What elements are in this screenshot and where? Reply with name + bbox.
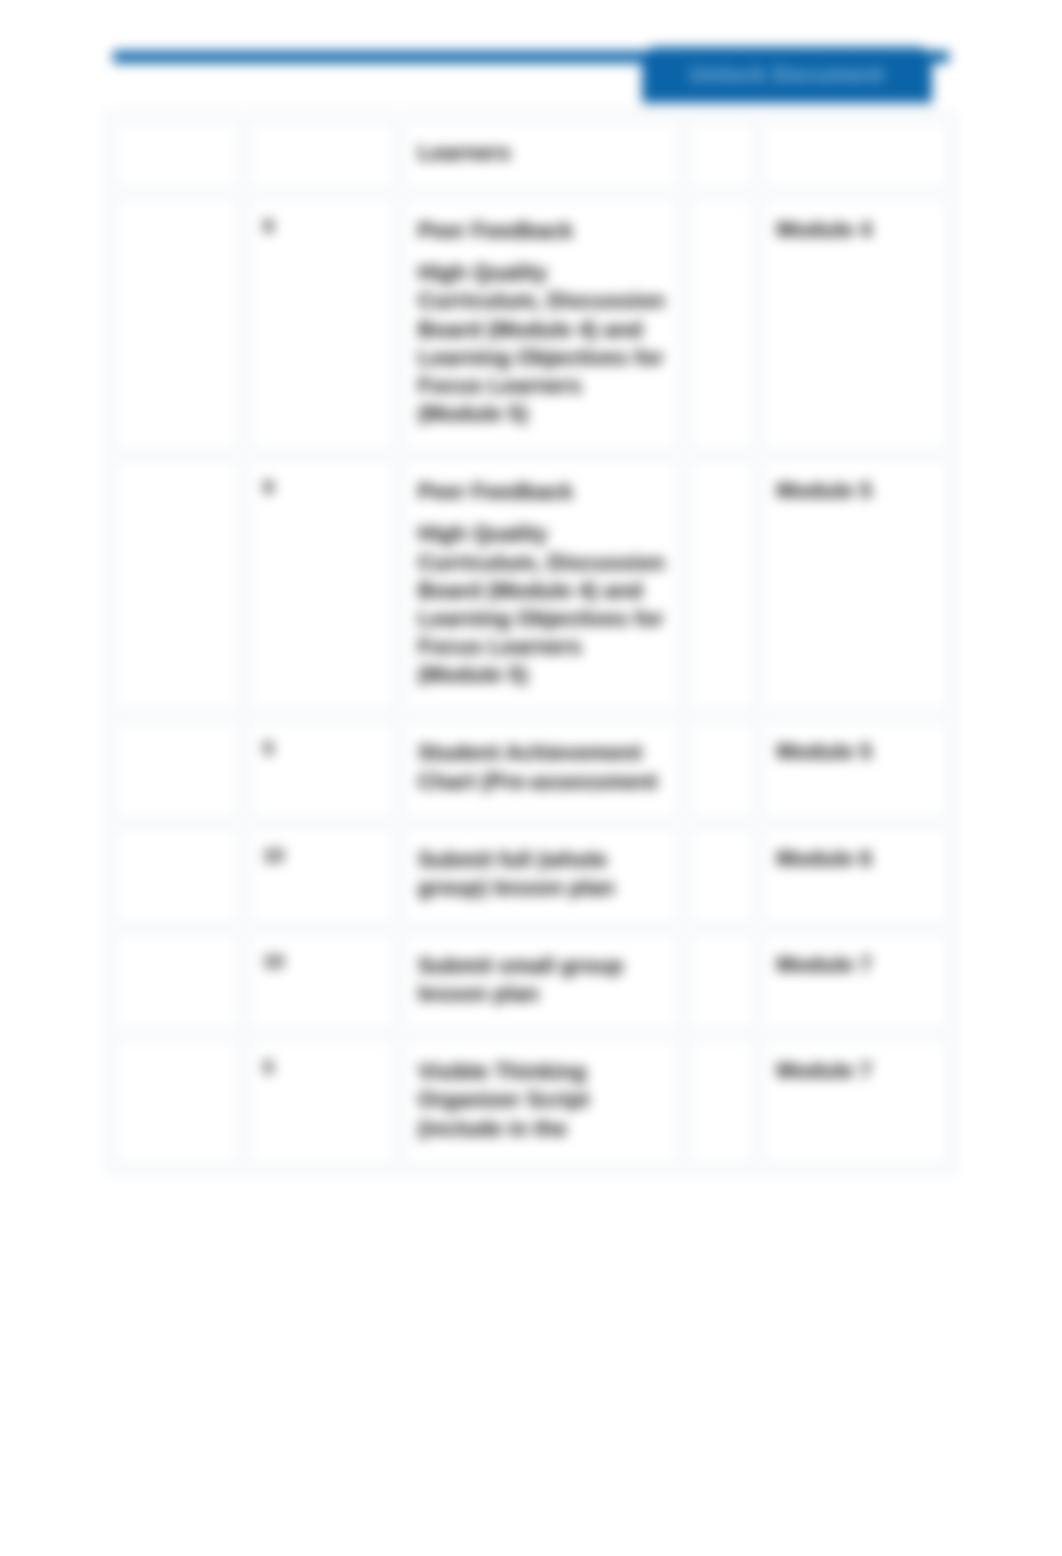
document-page: Unlock Document Learners <box>0 0 1062 1556</box>
cell-points: 5 <box>247 1038 396 1166</box>
cell-empty <box>687 719 754 819</box>
table-row: 9 Peer Feedback High Quality Curriculum,… <box>113 197 949 452</box>
cell-empty <box>687 197 754 452</box>
cell-description-text: Visible Thinking Organizer Script (inclu… <box>418 1058 665 1142</box>
cell-description-text: Submit small group lesson plan <box>418 952 665 1008</box>
cell-empty <box>687 932 754 1032</box>
cell-points: 9 <box>247 458 396 713</box>
cell-module: Module 6 <box>761 826 950 926</box>
cell-points: 10 <box>247 932 396 1032</box>
cell-description: Peer Feedback High Quality Curriculum, D… <box>402 458 681 713</box>
assignments-table: Learners 9 Peer Feedback High Quality Cu… <box>107 113 955 1173</box>
cell-module: Module 5 <box>761 719 950 819</box>
cell-description: Submit full (whole group) lesson plan <box>402 826 681 926</box>
table-row: Learners <box>113 119 949 191</box>
cell-empty <box>113 719 241 819</box>
cell-description-text: Submit full (whole group) lesson plan <box>418 846 665 902</box>
cell-points: 9 <box>247 197 396 452</box>
cell-description: Learners <box>402 119 681 191</box>
cell-module: Module 7 <box>761 1038 950 1166</box>
cell-empty <box>113 197 241 452</box>
cell-description-text: Student Achievement Chart (Pre-assessmen… <box>418 739 665 795</box>
unlock-document-tab[interactable]: Unlock Document <box>642 47 932 103</box>
cell-module: Module 4 <box>761 197 950 452</box>
table-row: 10 Submit small group lesson plan Module… <box>113 932 949 1032</box>
cell-description-text: High Quality Curriculum, Discussion Boar… <box>418 520 665 689</box>
cell-module: Module 5 <box>761 458 950 713</box>
cell-title: Peer Feedback <box>418 478 665 506</box>
cell-description: Visible Thinking Organizer Script (inclu… <box>402 1038 681 1166</box>
document-preview-blur: Unlock Document Learners <box>0 0 1062 1556</box>
cell-description: Submit small group lesson plan <box>402 932 681 1032</box>
cell-empty <box>687 458 754 713</box>
cell-title: Peer Feedback <box>418 217 665 245</box>
cell-description-text: High Quality Curriculum, Discussion Boar… <box>418 259 665 428</box>
cell-empty <box>113 932 241 1032</box>
cell-empty <box>113 826 241 926</box>
cell-points <box>247 119 396 191</box>
cell-empty <box>113 1038 241 1166</box>
table-row: 10 Submit full (whole group) lesson plan… <box>113 826 949 926</box>
table-row: 5 Student Achievement Chart (Pre-assessm… <box>113 719 949 819</box>
cell-description-text: Learners <box>418 139 665 167</box>
table-row: 5 Visible Thinking Organizer Script (inc… <box>113 1038 949 1166</box>
table-row: 9 Peer Feedback High Quality Curriculum,… <box>113 458 949 713</box>
cell-description: Peer Feedback High Quality Curriculum, D… <box>402 197 681 452</box>
cell-description: Student Achievement Chart (Pre-assessmen… <box>402 719 681 819</box>
page-header: Unlock Document <box>105 45 957 103</box>
cell-empty <box>687 119 754 191</box>
cell-empty <box>687 826 754 926</box>
unlock-document-label: Unlock Document <box>690 62 885 88</box>
cell-points: 10 <box>247 826 396 926</box>
cell-points: 5 <box>247 719 396 819</box>
cell-empty <box>687 1038 754 1166</box>
cell-empty <box>113 119 241 191</box>
cell-module <box>761 119 950 191</box>
cell-empty <box>113 458 241 713</box>
cell-module: Module 7 <box>761 932 950 1032</box>
assignments-table-container: Learners 9 Peer Feedback High Quality Cu… <box>105 111 957 1175</box>
